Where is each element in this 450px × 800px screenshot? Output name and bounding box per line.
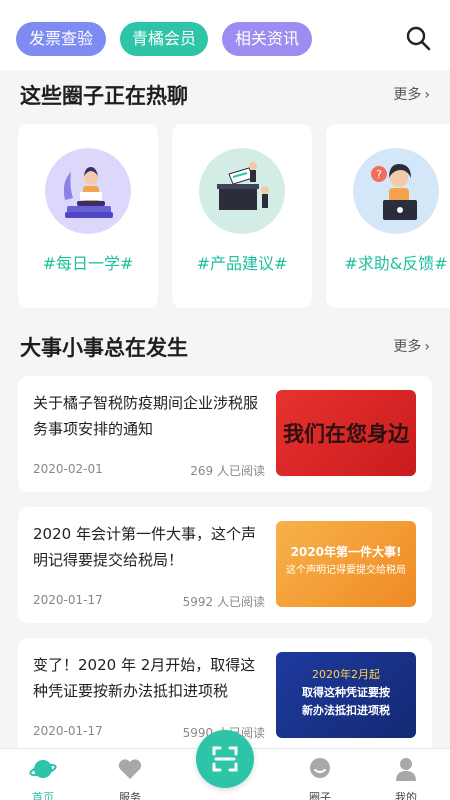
top-bar: 发票查验 青橘会员 相关资讯 <box>0 0 450 70</box>
news-section-title: 大事小事总在发生 <box>20 336 188 360</box>
news-title: 2020 年会计第一件大事，这个声明记得要提交给税局！ <box>33 525 256 569</box>
news-thumbnail: 2020年2月起 取得这种凭证要按 新办法抵扣进项税 <box>276 652 416 738</box>
circle-card-help-feedback[interactable]: ? #求助&反馈# <box>326 124 450 308</box>
news-thumbnail: 2020年第一件大事! 这个声明记得要提交给税局 <box>276 521 416 607</box>
thumbnail-caption: 这个声明记得要提交给税局 <box>286 565 406 576</box>
news-item[interactable]: 关于橘子智税防疫期间企业涉税服务事项安排的通知 2020-02-01 269 人… <box>18 376 432 492</box>
support-illustration-icon: ? <box>353 148 439 234</box>
chat-icon <box>310 758 330 778</box>
nav-services[interactable]: 服务 <box>100 755 160 800</box>
planet-icon <box>29 760 57 778</box>
circles-more-link[interactable]: 更多 › <box>393 84 430 104</box>
thumbnail-caption: 新办法抵扣进项税 <box>302 704 390 717</box>
nav-profile[interactable]: 我的 <box>376 755 436 800</box>
news-thumbnail: 我们在您身边 <box>276 390 416 476</box>
app-page: 发票查验 青橘会员 相关资讯 这些圈子正在热聊 更多 › #每日一学# #产品建… <box>0 0 450 800</box>
heart-icon <box>118 759 142 779</box>
chevron-right-icon: › <box>424 87 430 103</box>
circle-tag: #产品建议# <box>196 254 288 273</box>
nav-label: 我的 <box>395 791 417 800</box>
nav-label: 服务 <box>119 791 141 800</box>
circle-tag: #求助&反馈# <box>344 254 448 273</box>
news-title: 关于橘子智税防疫期间企业涉税服务事项安排的通知 <box>33 394 259 438</box>
person-icon <box>396 758 416 781</box>
teamwork-illustration-icon <box>199 148 285 234</box>
nav-home[interactable]: 首页 <box>13 755 73 800</box>
scan-button[interactable] <box>196 730 254 788</box>
news-title: 变了！2020 年 2月开始，取得这种凭证要按新办法抵扣进项税 <box>33 656 256 700</box>
news-more-link[interactable]: 更多 › <box>393 336 430 356</box>
search-icon[interactable] <box>404 24 432 52</box>
thumbnail-caption: 2020年2月起 <box>312 668 380 681</box>
more-label: 更多 <box>393 339 422 355</box>
chevron-right-icon: › <box>424 339 430 355</box>
tab-membership[interactable]: 青橘会员 <box>120 22 208 56</box>
circles-section-title: 这些圈子正在热聊 <box>20 84 188 108</box>
tab-news[interactable]: 相关资讯 <box>222 22 312 56</box>
thumbnail-caption: 我们在您身边 <box>283 422 409 446</box>
circle-tag: #每日一学# <box>42 254 134 273</box>
svg-text:?: ? <box>376 168 382 181</box>
tab-invoice-check[interactable]: 发票查验 <box>16 22 106 56</box>
circle-card-daily-learning[interactable]: #每日一学# <box>18 124 158 308</box>
news-date: 2020-02-01 <box>33 462 103 476</box>
news-date: 2020-01-17 <box>33 593 103 607</box>
news-read-count: 269 人已阅读 <box>190 464 265 478</box>
news-item[interactable]: 2020 年会计第一件大事，这个声明记得要提交给税局！ 2020-01-17 5… <box>18 507 432 623</box>
nav-label: 圈子 <box>309 791 331 800</box>
scan-icon <box>212 746 238 772</box>
thumbnail-caption: 2020年第一件大事! <box>290 545 402 559</box>
nav-circles[interactable]: 圈子 <box>290 755 350 800</box>
news-read-count: 5992 人已阅读 <box>182 595 265 609</box>
thumbnail-caption: 取得这种凭证要按 <box>302 686 390 699</box>
reading-illustration-icon <box>45 148 131 234</box>
circle-card-product-feedback[interactable]: #产品建议# <box>172 124 312 308</box>
news-date: 2020-01-17 <box>33 724 103 738</box>
more-label: 更多 <box>393 87 422 103</box>
nav-label: 首页 <box>32 791 54 800</box>
